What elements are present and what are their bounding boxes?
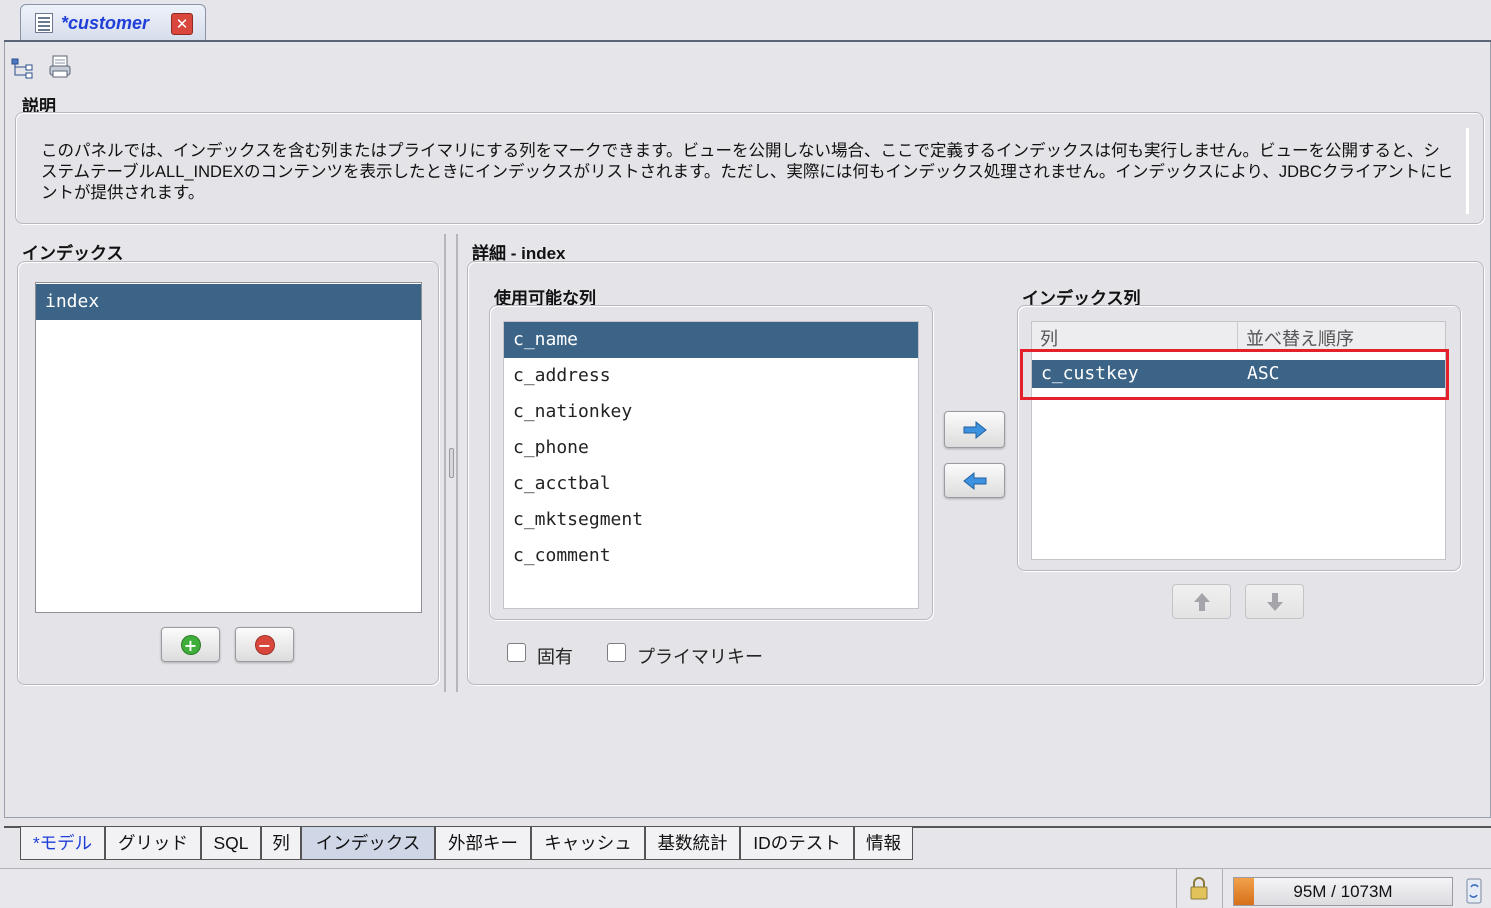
primary-key-label: プライマリキー (637, 647, 763, 667)
list-item[interactable]: index (36, 284, 421, 320)
table-header: 列 並べ替え順序 (1032, 322, 1445, 352)
hierarchy-icon[interactable] (10, 56, 36, 80)
editor-tab[interactable]: *customer ✕ (20, 4, 206, 42)
column-header[interactable]: 列 (1032, 322, 1238, 352)
list-item[interactable]: c_phone (504, 430, 918, 466)
unique-label: 固有 (537, 647, 573, 667)
tab-sql[interactable]: SQL (201, 827, 261, 860)
memory-text: 95M / 1073M (1293, 882, 1393, 901)
editor-tab-title: *customer (61, 13, 150, 33)
tab-cardinality[interactable]: 基数統計 (645, 827, 740, 860)
close-tab-button[interactable]: ✕ (171, 13, 193, 35)
move-up-button[interactable] (1172, 584, 1231, 619)
primary-key-checkbox[interactable] (607, 643, 626, 662)
list-item[interactable]: c_nationkey (504, 394, 918, 430)
tab-grid[interactable]: グリッド (105, 827, 201, 860)
status-bar: 95M / 1073M (0, 868, 1491, 908)
unique-checkbox[interactable] (507, 643, 526, 662)
description-scrollbar[interactable] (1466, 128, 1469, 214)
garbage-collect-icon[interactable] (1466, 878, 1482, 904)
arrow-left-icon (962, 471, 986, 490)
document-icon (35, 13, 53, 33)
arrow-up-icon (1193, 592, 1210, 611)
tab-cache[interactable]: キャッシュ (531, 827, 645, 860)
add-icon: + (180, 634, 201, 655)
remove-index-button[interactable]: − (235, 627, 294, 662)
description-text: このパネルでは、インデックスを含む列またはプライマリにする列をマークできます。ビ… (41, 142, 1454, 202)
tab-model[interactable]: *モデル (20, 827, 105, 860)
panel-splitter[interactable] (444, 234, 458, 692)
memory-indicator[interactable]: 95M / 1073M (1233, 877, 1453, 906)
list-item[interactable]: c_acctbal (504, 466, 918, 502)
index-list[interactable]: index (35, 282, 422, 613)
move-down-button[interactable] (1245, 584, 1304, 619)
list-item[interactable]: c_address (504, 358, 918, 394)
list-item[interactable]: c_mktsegment (504, 502, 918, 538)
tab-columns[interactable]: 列 (261, 827, 301, 860)
tab-foreign-keys[interactable]: 外部キー (435, 827, 531, 860)
remove-icon: − (254, 634, 275, 655)
arrow-down-icon (1266, 592, 1283, 611)
available-columns-list[interactable]: c_name c_address c_nationkey c_phone c_a… (503, 321, 919, 609)
tab-indexes[interactable]: インデックス (301, 827, 435, 860)
tab-info[interactable]: 情報 (854, 827, 913, 860)
print-preview-icon[interactable] (48, 55, 72, 79)
highlight-box (1020, 349, 1449, 400)
tab-identity-test[interactable]: IDのテスト (740, 827, 854, 860)
arrow-right-icon (963, 420, 987, 439)
list-item[interactable]: c_name (504, 322, 918, 358)
add-index-button[interactable]: + (161, 627, 220, 662)
remove-column-button[interactable] (944, 463, 1005, 498)
add-column-button[interactable] (944, 411, 1005, 448)
list-item[interactable]: c_comment (504, 538, 918, 574)
sort-order-header[interactable]: 並べ替え順序 (1238, 322, 1445, 352)
lock-icon[interactable] (1186, 875, 1212, 901)
